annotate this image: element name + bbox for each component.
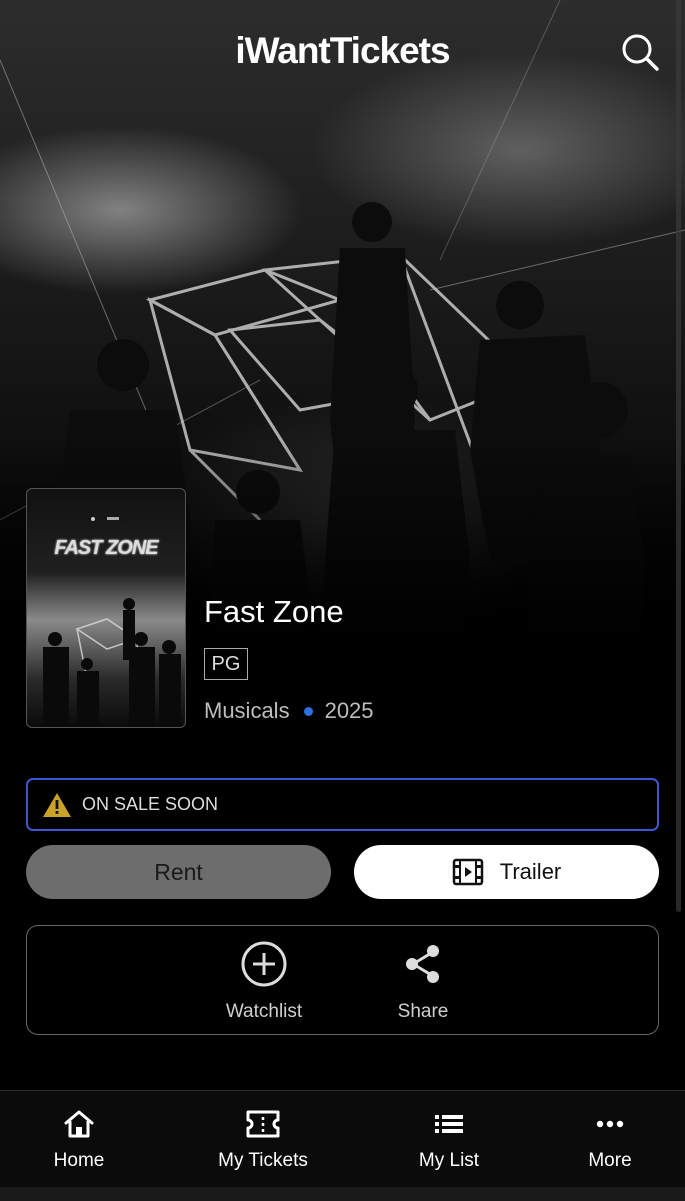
nav-my-list-label: My List	[418, 1150, 480, 1171]
nav-home-label: Home	[53, 1150, 105, 1171]
trailer-button-label: Trailer	[499, 859, 562, 884]
ticket-icon	[246, 1110, 280, 1138]
nav-my-list[interactable]: My List	[389, 1109, 509, 1172]
nav-my-tickets[interactable]: My Tickets	[203, 1109, 323, 1172]
poster-illustration	[43, 517, 181, 727]
more-icon	[596, 1120, 624, 1128]
year-label: 2025	[324, 698, 374, 723]
plus-circle-icon	[241, 941, 287, 987]
actions-panel: Watchlist Share	[26, 925, 659, 1035]
share-icon	[406, 945, 439, 983]
list-icon	[435, 1115, 463, 1133]
nav-more[interactable]: More	[550, 1109, 670, 1172]
watchlist-label: Watchlist	[225, 1001, 303, 1022]
app-logo[interactable]: iWantTickets	[0, 30, 685, 72]
rent-button-label: Rent	[154, 858, 203, 885]
nav-my-tickets-label: My Tickets	[218, 1150, 308, 1171]
movie-title: Fast Zone	[204, 594, 344, 629]
rating-badge: PG	[204, 648, 248, 680]
movie-meta: Musicals 2025	[204, 698, 374, 724]
scrollbar[interactable]	[676, 0, 681, 912]
genre-label: Musicals	[204, 698, 290, 723]
app-header: iWantTickets	[0, 0, 685, 104]
rent-button[interactable]: Rent	[26, 845, 331, 899]
share-button[interactable]: Share	[363, 940, 483, 1023]
trailer-button[interactable]: Trailer	[354, 845, 659, 899]
system-nav-bar	[0, 1187, 685, 1201]
nav-more-label: More	[588, 1150, 632, 1171]
warning-icon	[43, 792, 71, 817]
film-play-icon	[452, 858, 483, 886]
nav-home[interactable]: Home	[19, 1109, 139, 1172]
watchlist-button[interactable]: Watchlist	[204, 940, 324, 1023]
share-label: Share	[397, 1001, 449, 1022]
on-sale-banner: ON SALE SOON	[26, 778, 659, 831]
bottom-nav: Home My Tickets My List More	[0, 1090, 685, 1201]
poster-title: FAST ZONE	[54, 537, 158, 559]
separator-dot	[303, 706, 313, 716]
movie-poster[interactable]: FAST ZONE	[26, 488, 186, 728]
sale-status-text: ON SALE SOON	[82, 794, 219, 814]
search-icon[interactable]	[620, 32, 660, 72]
home-icon	[64, 1110, 94, 1138]
